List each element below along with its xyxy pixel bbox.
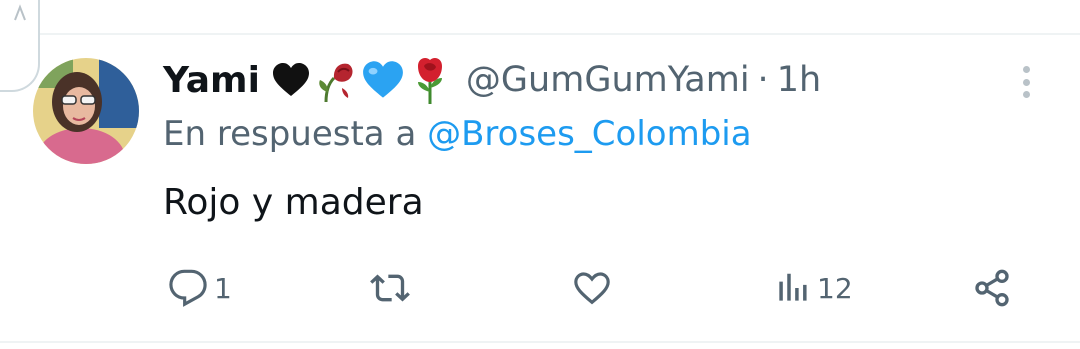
wilted-flower-icon — [319, 63, 353, 102]
rose-icon — [417, 58, 442, 104]
chevron-up-icon — [14, 4, 26, 21]
tweet-header: Yami @GumGumYami · 1h — [163, 56, 821, 104]
more-options-button[interactable] — [1014, 62, 1038, 102]
timestamp[interactable]: 1h — [777, 60, 821, 100]
views-icon — [779, 273, 807, 301]
retweet-icon — [370, 274, 410, 302]
reply-context: En respuesta a @Broses_Colombia — [163, 114, 752, 154]
reply-count: 1 — [214, 271, 232, 305]
like-button[interactable] — [572, 260, 618, 316]
tweet-text: Rojo y madera — [163, 182, 424, 223]
share-button[interactable] — [972, 260, 1012, 316]
author-handle[interactable]: @GumGumYami — [466, 60, 750, 100]
blue-heart-icon — [363, 61, 403, 98]
more-vertical-icon-dot — [1022, 91, 1030, 98]
more-vertical-icon-dot — [1022, 78, 1030, 86]
display-name[interactable]: Yami — [163, 60, 260, 101]
bottom-divider — [0, 341, 1080, 343]
views-count: 12 — [817, 271, 853, 305]
reply-handle-link[interactable]: @Broses_Colombia — [427, 114, 751, 154]
more-vertical-icon — [1022, 66, 1030, 73]
top-divider — [40, 33, 1080, 35]
retweet-button[interactable] — [368, 260, 418, 316]
separator-dot: · — [757, 60, 769, 100]
name-emojis — [272, 56, 450, 104]
reply-button[interactable]: 1 — [168, 260, 232, 316]
reply-icon — [169, 269, 207, 307]
avatar[interactable] — [33, 58, 139, 164]
black-heart-icon — [272, 63, 309, 96]
like-icon — [574, 272, 610, 305]
tweet-actions: 1 12 — [0, 260, 1080, 316]
views-button[interactable]: 12 — [773, 260, 853, 316]
reply-prefix: En respuesta a — [163, 114, 417, 154]
share-icon — [975, 269, 1009, 307]
